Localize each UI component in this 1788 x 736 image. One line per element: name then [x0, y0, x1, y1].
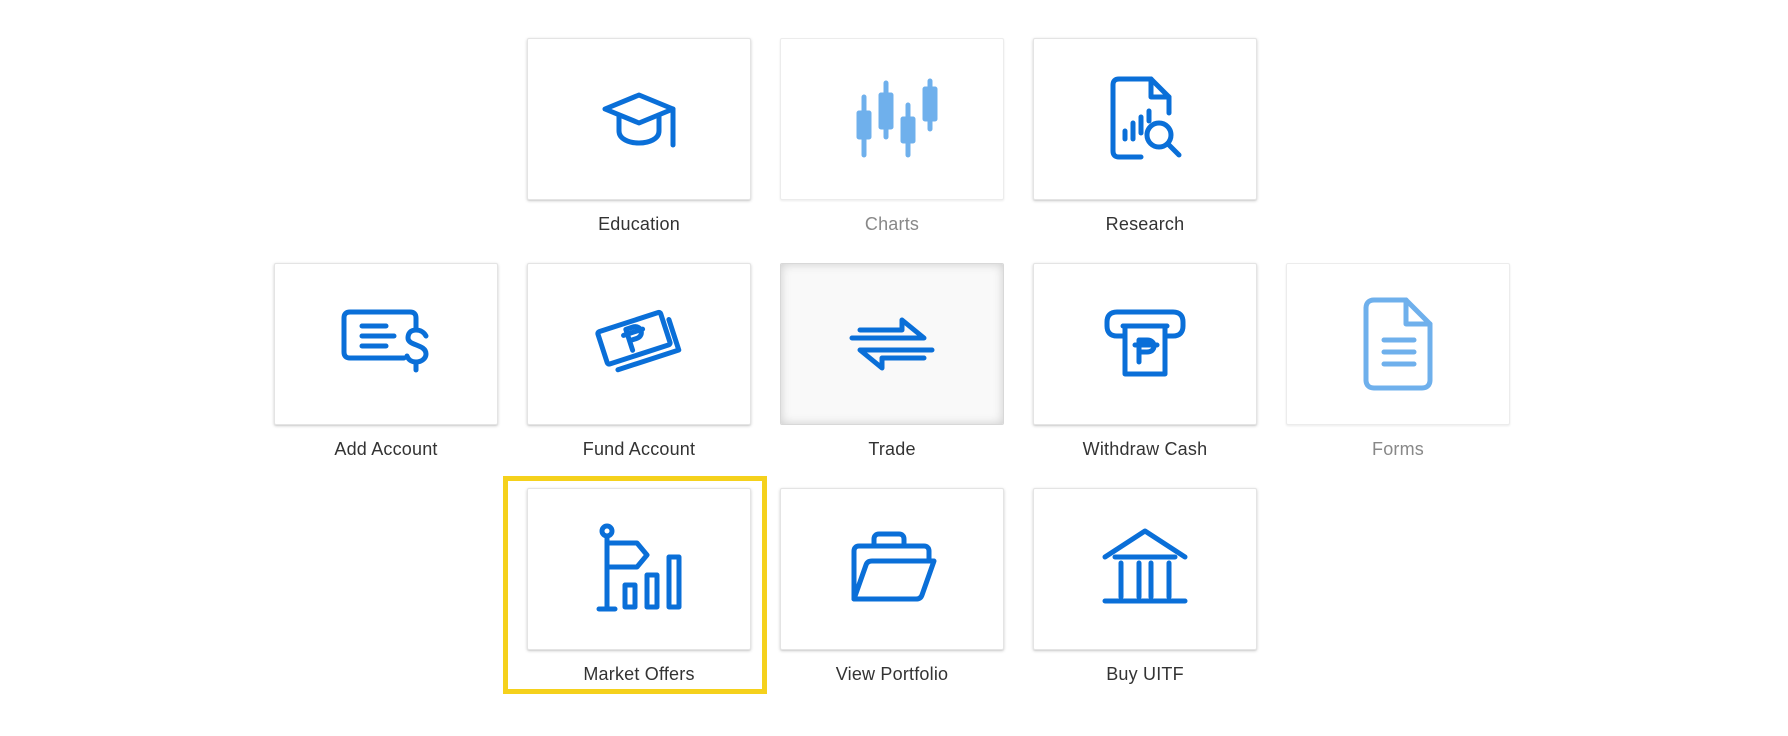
tile-market-offers[interactable]: Market Offers — [527, 488, 751, 686]
tile-fund-account-label: Fund Account — [582, 439, 696, 459]
tile-market-offers-label: Market Offers — [583, 664, 695, 684]
tile-forms[interactable]: Forms — [1286, 263, 1510, 461]
tile-trade-card[interactable] — [780, 263, 1004, 425]
tile-add-account-card[interactable] — [274, 263, 498, 425]
atm-peso-icon — [1104, 309, 1186, 377]
tile-trade[interactable]: Trade — [780, 263, 1004, 461]
tile-withdraw-cash[interactable]: Withdraw Cash — [1033, 263, 1257, 461]
card-dollar-icon — [341, 309, 429, 373]
tile-view-portfolio-card[interactable] — [780, 488, 1004, 650]
tile-research-card[interactable] — [1033, 38, 1257, 200]
document-icon — [1363, 297, 1433, 391]
tile-forms-card[interactable] — [1286, 263, 1510, 425]
tile-market-offers-card[interactable] — [527, 488, 751, 650]
menu-grid: Education Charts Research Add Account Fu… — [0, 0, 1788, 736]
tile-fund-account[interactable]: Fund Account — [527, 263, 751, 461]
document-search-icon — [1110, 76, 1182, 160]
tile-buy-uitf-card[interactable] — [1033, 488, 1257, 650]
tile-charts-label: Charts — [864, 214, 920, 234]
tile-withdraw-cash-card[interactable] — [1033, 263, 1257, 425]
tile-add-account-label: Add Account — [334, 439, 438, 459]
tile-research[interactable]: Research — [1033, 38, 1257, 236]
tile-education-label: Education — [598, 214, 680, 234]
graduation-cap-icon — [602, 92, 676, 148]
tile-charts-card[interactable] — [780, 38, 1004, 200]
tile-forms-label: Forms — [1372, 439, 1424, 459]
tile-trade-label: Trade — [868, 439, 916, 459]
tile-education[interactable]: Education — [527, 38, 751, 236]
candlestick-chart-icon — [856, 78, 938, 158]
tile-fund-account-card[interactable] — [527, 263, 751, 425]
tile-buy-uitf[interactable]: Buy UITF — [1033, 488, 1257, 686]
peso-bills-icon — [595, 309, 682, 373]
tile-buy-uitf-label: Buy UITF — [1106, 664, 1184, 684]
tile-research-label: Research — [1105, 214, 1185, 234]
tile-withdraw-cash-label: Withdraw Cash — [1082, 439, 1208, 459]
tile-education-card[interactable] — [527, 38, 751, 200]
flag-bar-chart-icon — [596, 523, 682, 612]
tile-view-portfolio[interactable]: View Portfolio — [780, 488, 1004, 686]
exchange-arrows-icon — [849, 317, 935, 371]
open-folder-icon — [851, 531, 937, 602]
tile-charts[interactable]: Charts — [780, 38, 1004, 236]
tile-add-account[interactable]: Add Account — [274, 263, 498, 461]
bank-building-icon — [1102, 528, 1188, 604]
tile-view-portfolio-label: View Portfolio — [835, 664, 949, 684]
